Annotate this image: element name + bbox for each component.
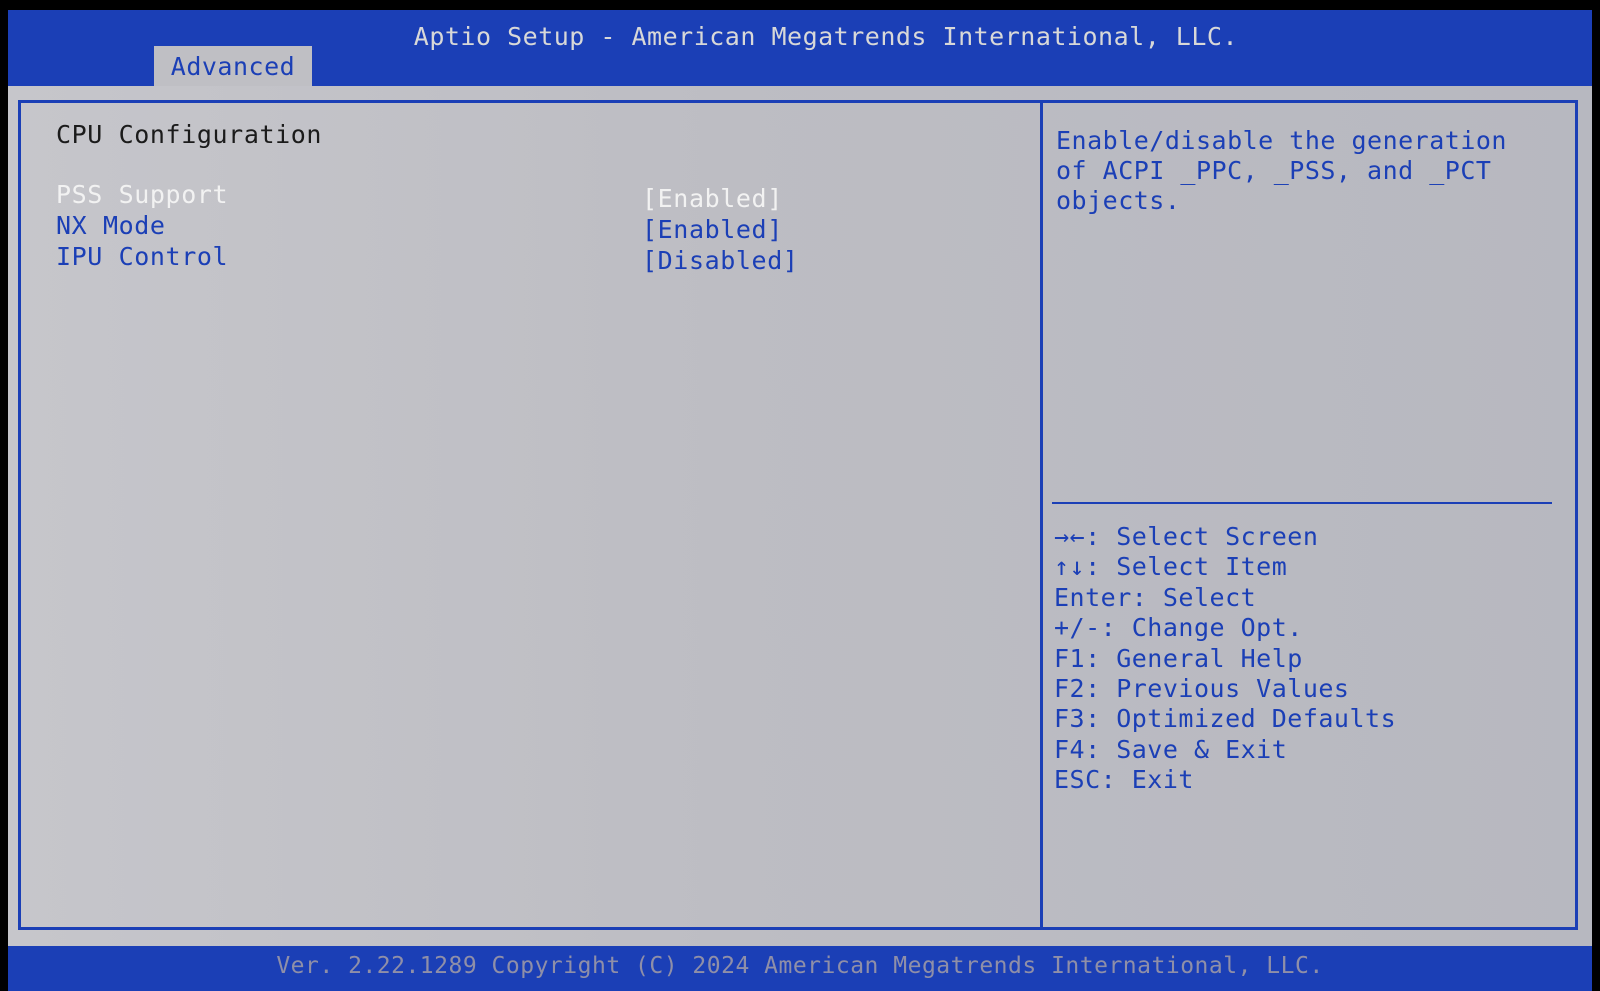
setting-ipu-control[interactable]: IPU Control [Disabled]	[56, 242, 1036, 275]
key-previous-values: F2: Previous Values	[1054, 673, 1350, 703]
setting-label: PSS Support	[56, 180, 229, 209]
setting-value[interactable]: [Enabled]	[642, 184, 783, 213]
version-footer: Ver. 2.22.1289 Copyright (C) 2024 Americ…	[276, 953, 1324, 979]
help-divider	[1052, 502, 1552, 504]
key-legend: →←: Select Screen ↑↓: Select Item Enter:…	[1054, 522, 1574, 796]
setting-value[interactable]: [Disabled]	[642, 246, 799, 275]
setting-nx-mode[interactable]: NX Mode [Enabled]	[56, 211, 1036, 244]
vertical-divider	[1040, 100, 1043, 930]
key-change-opt: +/-: Change Opt.	[1054, 613, 1303, 643]
setting-value[interactable]: [Enabled]	[642, 215, 783, 244]
help-text: Enable/disable the generation of ACPI _P…	[1056, 126, 1507, 215]
tab-advanced[interactable]: Advanced	[154, 46, 312, 86]
bios-screen: Aptio Setup - American Megatrends Intern…	[8, 10, 1592, 991]
key-optimized-defaults: F3: Optimized Defaults	[1054, 704, 1397, 734]
key-general-help: F1: General Help	[1054, 643, 1303, 673]
section-title: CPU Configuration	[56, 120, 323, 149]
setting-label: IPU Control	[56, 242, 229, 271]
main-panel: CPU Configuration PSS Support [Enabled] …	[8, 86, 1592, 946]
key-save-exit: F4: Save & Exit	[1054, 734, 1288, 764]
key-esc-exit: ESC: Exit	[1054, 765, 1194, 795]
setting-pss-support[interactable]: PSS Support [Enabled]	[56, 180, 1036, 213]
key-select-screen: →←: Select Screen	[1054, 522, 1319, 551]
key-select-item: ↑↓: Select Item	[1054, 552, 1288, 582]
key-enter-select: Enter: Select	[1054, 582, 1257, 612]
setting-label: NX Mode	[56, 211, 166, 240]
